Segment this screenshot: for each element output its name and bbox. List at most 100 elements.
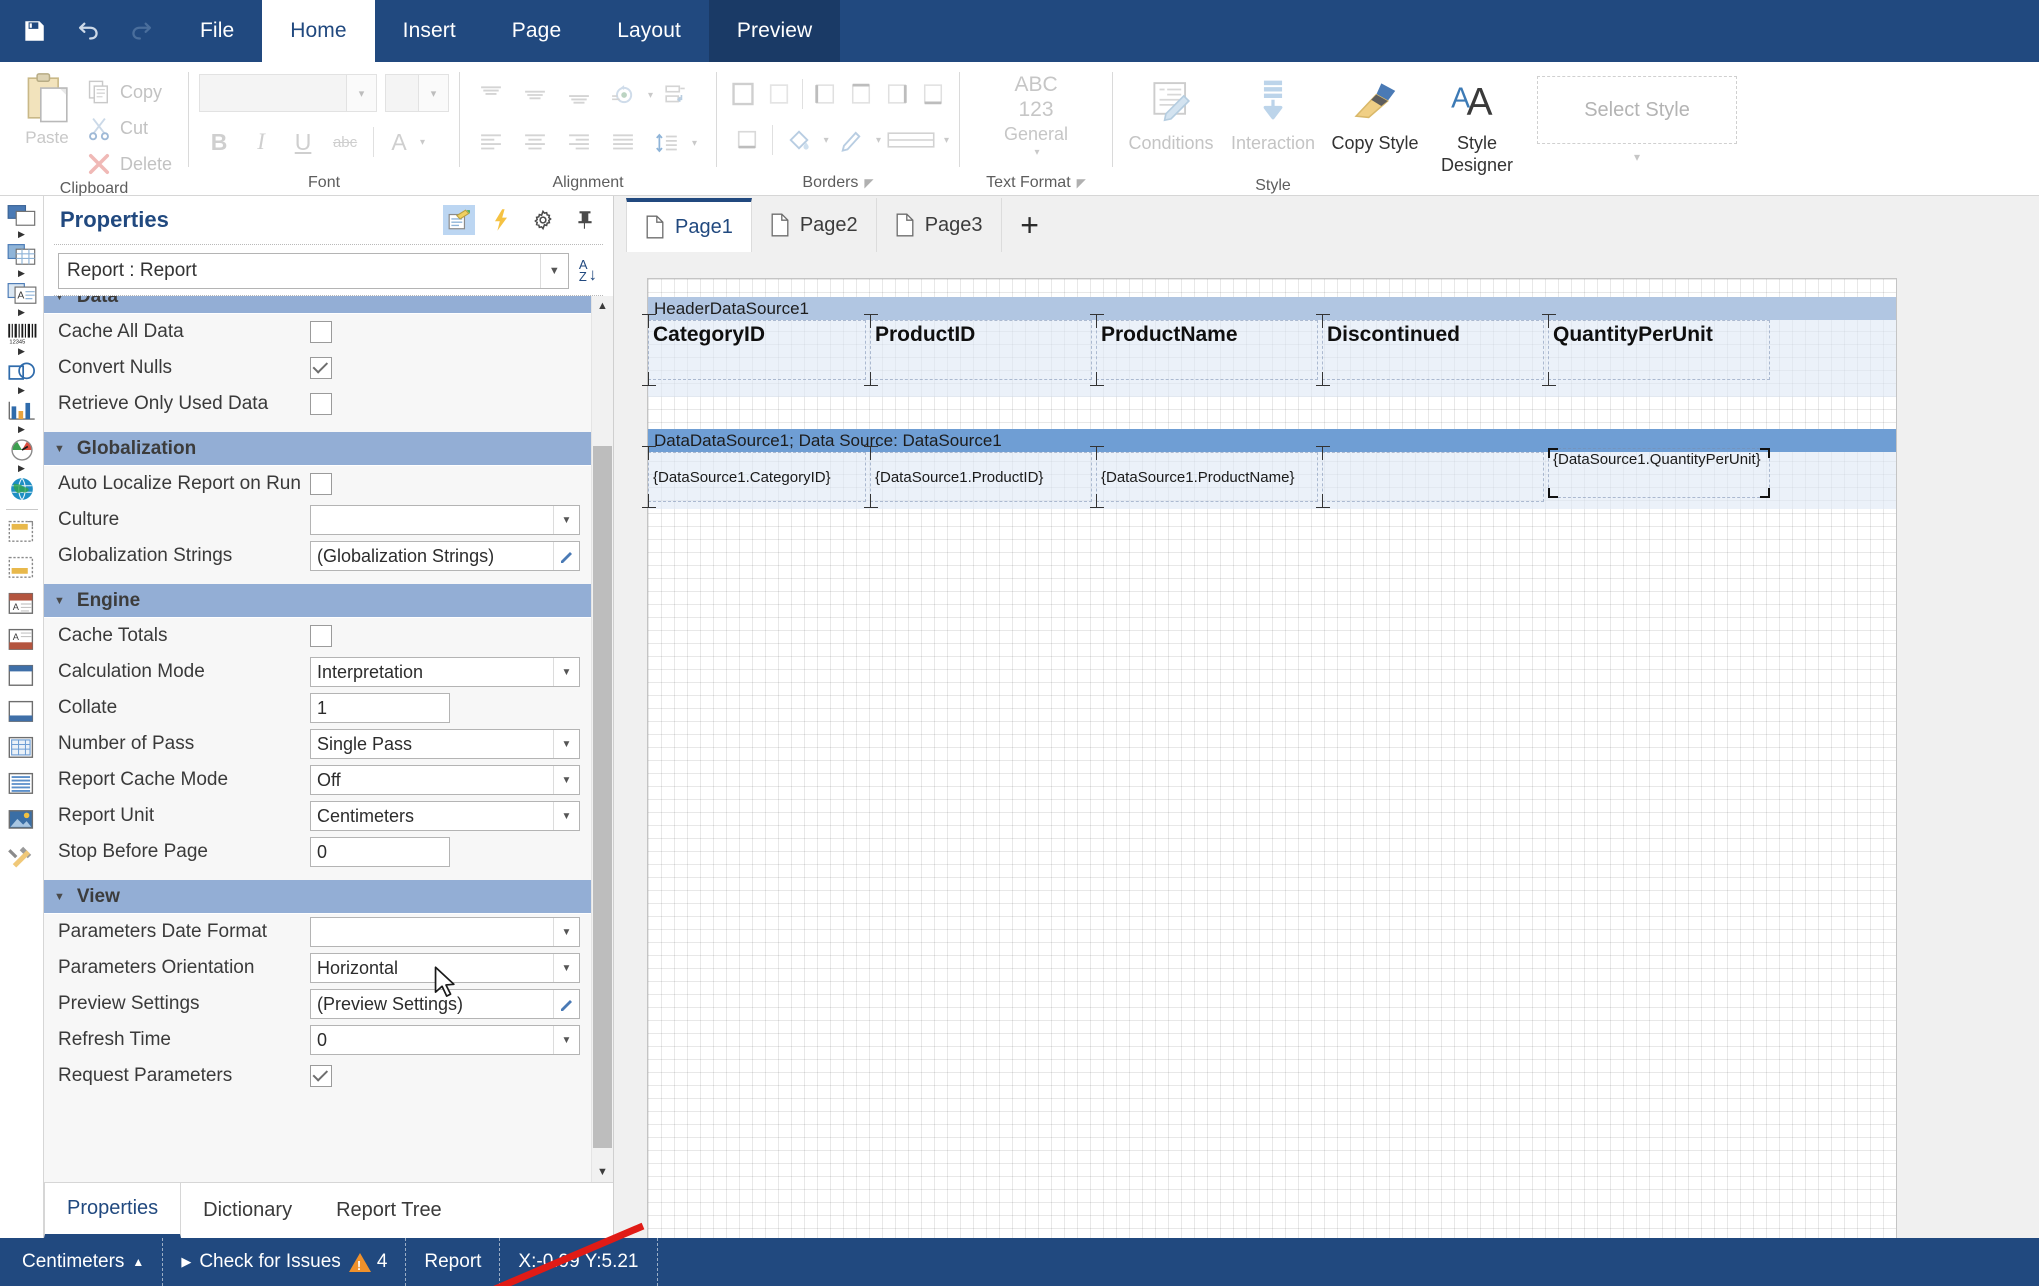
gear-icon[interactable]: [527, 205, 559, 235]
property-group-view[interactable]: ▼ View: [44, 880, 591, 914]
align-left-icon[interactable]: [470, 122, 512, 164]
border-right-icon[interactable]: [880, 74, 913, 114]
properties-scrollbar[interactable]: ▲ ▼: [591, 296, 613, 1182]
map-icon[interactable]: [2, 475, 42, 503]
redo-icon[interactable]: [122, 11, 162, 51]
parameters-date-format-combo[interactable]: ▼: [310, 917, 580, 947]
tools-icon[interactable]: [2, 842, 42, 870]
undo-icon[interactable]: [68, 11, 108, 51]
text-rotation-icon[interactable]: [602, 74, 644, 116]
number-of-pass-combo[interactable]: Single Pass ▼: [310, 729, 580, 759]
style-designer-button[interactable]: AA Style Designer: [1429, 68, 1525, 176]
chevron-down-icon[interactable]: ▾: [420, 137, 425, 148]
dialog-launcher-icon[interactable]: ◤: [864, 176, 873, 190]
border-none-icon[interactable]: [763, 74, 796, 114]
align-justify-icon[interactable]: [602, 122, 644, 164]
ribbon-tab-file[interactable]: File: [172, 0, 262, 62]
page-tab-page2[interactable]: Page2: [752, 198, 877, 252]
header-cell-quantityperunit[interactable]: QuantityPerUnit: [1542, 314, 1770, 386]
table-icon[interactable]: ▶: [2, 241, 42, 280]
tab-dictionary[interactable]: Dictionary: [181, 1183, 314, 1238]
parameters-orientation-combo[interactable]: Horizontal ▼: [310, 953, 580, 983]
auto-localize-checkbox[interactable]: [310, 473, 332, 495]
font-size-combo[interactable]: ▾: [385, 74, 450, 112]
resize-handle[interactable]: [1548, 448, 1558, 458]
request-parameters-checkbox[interactable]: [310, 1065, 332, 1087]
text-block-icon[interactable]: A ▶: [2, 280, 42, 319]
data-cell-quantityperunit[interactable]: {DataSource1.QuantityPerUnit}: [1548, 448, 1770, 498]
border-bottom-icon[interactable]: [916, 74, 949, 114]
add-page-button[interactable]: +: [1002, 198, 1058, 252]
barcode-icon[interactable]: 12345 ▶: [2, 319, 42, 358]
align-top-icon[interactable]: [470, 74, 512, 116]
align-bottom-icon[interactable]: [558, 74, 600, 116]
paste-button[interactable]: Paste: [10, 68, 84, 180]
data-band[interactable]: DataDataSource1; Data Source: DataSource…: [642, 429, 1896, 509]
data-cell-productname[interactable]: {DataSource1.ProductName}: [1090, 446, 1318, 508]
hierarchical-band-icon[interactable]: [2, 770, 42, 798]
page-footer-band-icon[interactable]: A: [2, 626, 42, 654]
header-cell-categoryid[interactable]: CategoryID: [642, 314, 866, 386]
header-cell-discontinued[interactable]: Discontinued: [1316, 314, 1544, 386]
status-unit-selector[interactable]: Centimeters ▲: [0, 1238, 164, 1286]
refresh-time-combo[interactable]: 0 ▼: [310, 1025, 580, 1055]
italic-button[interactable]: I: [241, 122, 281, 162]
calculation-mode-combo[interactable]: Interpretation ▼: [310, 657, 580, 687]
scrollbar-thumb[interactable]: [593, 446, 612, 1148]
resize-handle[interactable]: [1760, 448, 1770, 458]
report-page[interactable]: HeaderDataSource1 CategoryID ProductID P…: [642, 278, 1897, 1238]
chevron-down-icon[interactable]: ▾: [824, 135, 829, 146]
fill-color-icon[interactable]: [779, 120, 818, 160]
events-icon[interactable]: [485, 205, 517, 235]
report-summary-band-icon[interactable]: [2, 554, 42, 582]
status-check-issues[interactable]: ▶ Check for Issues 4: [163, 1238, 407, 1286]
border-outline-icon[interactable]: [727, 120, 766, 160]
header-cell-productname[interactable]: ProductName: [1090, 314, 1318, 386]
header-band-title[interactable]: HeaderDataSource1: [648, 297, 1896, 320]
copy-style-button[interactable]: Copy Style: [1327, 68, 1423, 154]
resize-handle[interactable]: [1760, 488, 1770, 498]
ribbon-tab-preview[interactable]: Preview: [708, 0, 841, 62]
gauge-icon[interactable]: ▶: [2, 436, 42, 475]
align-middle-icon[interactable]: [514, 74, 556, 116]
copy-button[interactable]: Copy: [86, 76, 178, 108]
border-style-icon[interactable]: [884, 120, 939, 160]
bold-button[interactable]: B: [199, 122, 239, 162]
collate-input[interactable]: 1: [310, 693, 450, 723]
chevron-down-icon[interactable]: ▾: [876, 135, 881, 146]
footer-band-icon[interactable]: [2, 698, 42, 726]
header-cell-productid[interactable]: ProductID: [864, 314, 1092, 386]
line-spacing-icon[interactable]: [646, 122, 688, 164]
dialog-launcher-icon[interactable]: ◤: [1077, 176, 1086, 190]
page-tab-page1[interactable]: Page1: [626, 198, 752, 252]
ribbon-tab-insert[interactable]: Insert: [375, 0, 484, 62]
culture-combo[interactable]: ▼: [310, 505, 580, 535]
sort-alphabetical-button[interactable]: A Z ↓: [579, 258, 601, 283]
convert-nulls-checkbox[interactable]: [310, 357, 332, 379]
delete-button[interactable]: Delete: [86, 148, 178, 180]
select-style-dropdown[interactable]: Select Style: [1537, 76, 1738, 144]
ribbon-tab-page[interactable]: Page: [484, 0, 589, 62]
data-cell-productid[interactable]: {DataSource1.ProductID}: [864, 446, 1092, 508]
text-format-button[interactable]: ABC 123 General ▾: [970, 68, 1102, 158]
header-band-icon[interactable]: [2, 662, 42, 690]
ribbon-tab-home[interactable]: Home: [262, 0, 375, 62]
cache-totals-checkbox[interactable]: [310, 625, 332, 647]
data-band-icon[interactable]: [2, 734, 42, 762]
image-band-icon[interactable]: [2, 806, 42, 834]
report-cache-mode-combo[interactable]: Off ▼: [310, 765, 580, 795]
conditions-button[interactable]: Conditions: [1123, 68, 1219, 154]
word-wrap-icon[interactable]: [655, 74, 697, 116]
cut-button[interactable]: Cut: [86, 112, 178, 144]
globalization-strings-field[interactable]: (Globalization Strings): [310, 541, 580, 571]
edit-pencil-icon[interactable]: [553, 542, 579, 570]
resize-handle[interactable]: [1548, 488, 1558, 498]
align-center-icon[interactable]: [514, 122, 556, 164]
chevron-down-icon[interactable]: ▾: [1634, 150, 1640, 164]
border-left-icon[interactable]: [809, 74, 842, 114]
edit-pencil-icon[interactable]: [553, 990, 579, 1018]
object-selector-combo[interactable]: Report : Report ▼: [58, 253, 569, 289]
chevron-down-icon[interactable]: ▾: [648, 90, 653, 101]
border-all-icon[interactable]: [727, 74, 760, 114]
save-icon[interactable]: [14, 11, 54, 51]
